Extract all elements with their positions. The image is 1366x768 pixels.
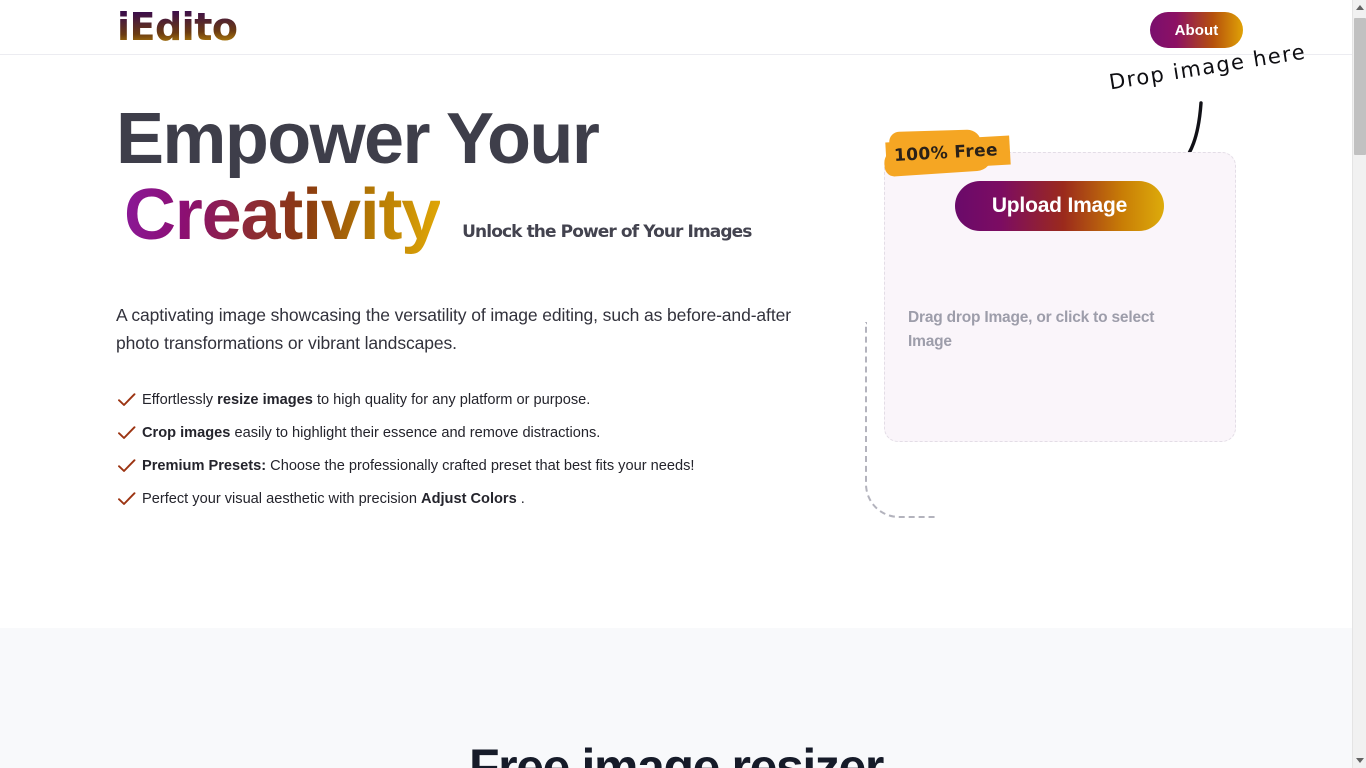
hero-heading-row: Creativity Unlock the Power of Your Imag… [116, 172, 816, 258]
page-scrollbar[interactable] [1352, 0, 1366, 768]
check-icon [116, 490, 138, 508]
triangle-down-icon [1355, 758, 1364, 763]
list-item: Crop images easily to highlight their es… [116, 424, 816, 457]
list-item-text: Effortlessly resize images to high quali… [142, 392, 591, 408]
hero-tagline: Unlock the Power of Your Images [462, 222, 752, 242]
upload-image-button[interactable]: Upload Image [955, 181, 1164, 231]
list-item: Premium Presets: Choose the professional… [116, 457, 816, 490]
list-item-text: Perfect your visual aesthetic with preci… [142, 491, 525, 507]
scroll-up-button[interactable] [1353, 0, 1366, 15]
check-icon [116, 424, 138, 442]
list-item: Perfect your visual aesthetic with preci… [116, 490, 816, 523]
scrollbar-thumb[interactable] [1354, 18, 1366, 155]
about-button[interactable]: About [1150, 12, 1243, 48]
check-icon [116, 391, 138, 409]
list-item: Effortlessly resize images to high quali… [116, 391, 816, 424]
site-logo[interactable]: iEdito [117, 5, 238, 49]
triangle-up-icon [1355, 5, 1364, 10]
list-item-text: Crop images easily to highlight their es… [142, 425, 601, 441]
dropzone-hint-text: Drag drop Image, or click to select Imag… [908, 309, 1155, 350]
hero-text-column: Empower Your Creativity Unlock the Power… [116, 56, 816, 523]
list-item-text: Premium Presets: Choose the professional… [142, 458, 695, 474]
page-title: Empower Your [116, 99, 600, 179]
feature-list: Effortlessly resize images to high quali… [116, 357, 816, 523]
hero-paragraph: A captivating image showcasing the versa… [116, 305, 791, 353]
upload-area: Drop image here 100% Free Upload Image D… [855, 40, 1308, 526]
page-viewport: iEdito About Empower Your Creativity Unl… [0, 0, 1352, 768]
scroll-down-button[interactable] [1353, 753, 1366, 768]
section-title: Free image resizer [469, 739, 884, 768]
hero-section: Empower Your Creativity Unlock the Power… [0, 40, 1352, 628]
page-title-accent: Creativity [116, 172, 441, 258]
site-header: iEdito About [0, 0, 1352, 55]
resizer-section: Free image resizer [0, 628, 1352, 768]
check-icon [116, 457, 138, 475]
